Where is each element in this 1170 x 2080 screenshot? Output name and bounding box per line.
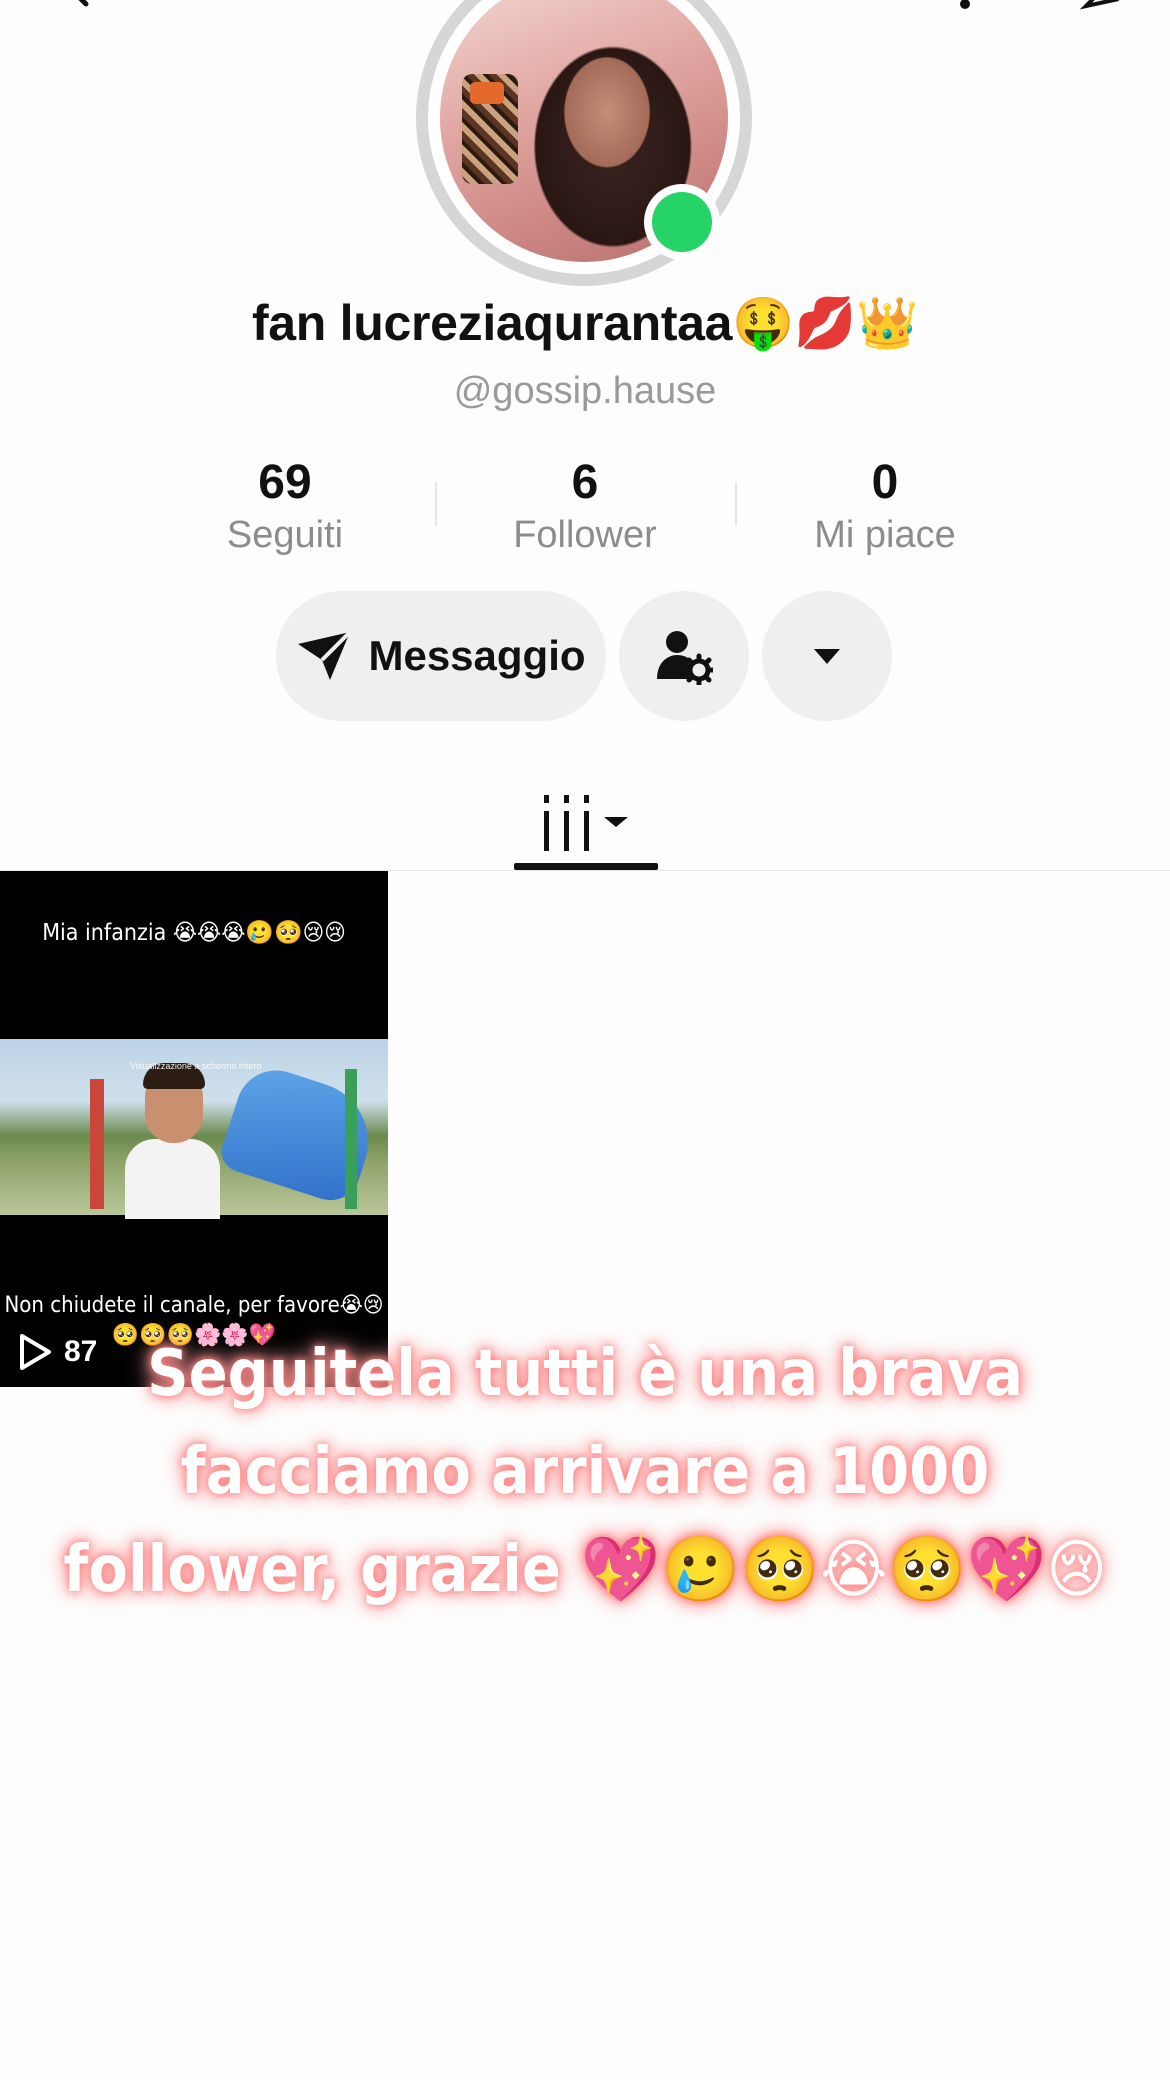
playground-post bbox=[90, 1079, 104, 1209]
grid-bars-icon bbox=[544, 795, 628, 851]
profile-display-name: fan lucreziaqurantaa🤑💋👑 bbox=[251, 295, 919, 351]
tab-active-indicator bbox=[514, 863, 658, 870]
overlay-caption: Seguitela tutti è una brava facciamo arr… bbox=[63, 1337, 1107, 1607]
video-scene-caption: Visualizzazione a schermo intero bbox=[130, 1061, 262, 1071]
stat-followers-label: Follower bbox=[513, 514, 657, 556]
user-gear-icon bbox=[657, 631, 713, 685]
avatar-phone-camera-detail bbox=[470, 82, 504, 104]
stat-likes-count: 0 bbox=[871, 456, 899, 509]
person-body bbox=[125, 1139, 220, 1219]
video-top-caption: Mia infanzia 😭😭😭🥲🥺😢😢 bbox=[42, 920, 346, 946]
stat-following-count: 69 bbox=[258, 456, 312, 509]
share-icon[interactable] bbox=[1079, 0, 1120, 10]
back-icon[interactable] bbox=[60, 0, 100, 10]
play-icon bbox=[20, 1334, 51, 1370]
follow-settings-button[interactable] bbox=[619, 591, 749, 721]
stat-followers-count: 6 bbox=[571, 456, 599, 509]
video-scene: Visualizzazione a schermo intero bbox=[0, 1039, 388, 1219]
bell-icon[interactable] bbox=[945, 0, 985, 10]
stat-likes[interactable]: 0 Mi piace bbox=[735, 455, 1035, 559]
playground-slide bbox=[216, 1060, 384, 1208]
stat-following-label: Seguiti bbox=[226, 514, 344, 556]
send-icon bbox=[298, 630, 352, 680]
video-thumbnail[interactable]: Mia infanzia 😭😭😭🥲🥺😢😢 Visualizzazione a s… bbox=[0, 871, 388, 1387]
stat-likes-label: Mi piace bbox=[814, 514, 956, 556]
stat-following[interactable]: 69 Seguiti bbox=[135, 455, 435, 559]
message-button-label: Messaggio bbox=[368, 632, 586, 679]
playground-post bbox=[345, 1069, 357, 1209]
message-button[interactable]: Messaggio bbox=[276, 591, 606, 721]
tab-videos[interactable] bbox=[514, 775, 658, 871]
more-button[interactable] bbox=[762, 591, 892, 721]
profile-handle: @gossip.hause bbox=[453, 370, 717, 412]
caret-down-icon bbox=[814, 649, 840, 664]
stat-followers[interactable]: 6 Follower bbox=[435, 455, 735, 559]
online-status-icon bbox=[652, 192, 712, 252]
